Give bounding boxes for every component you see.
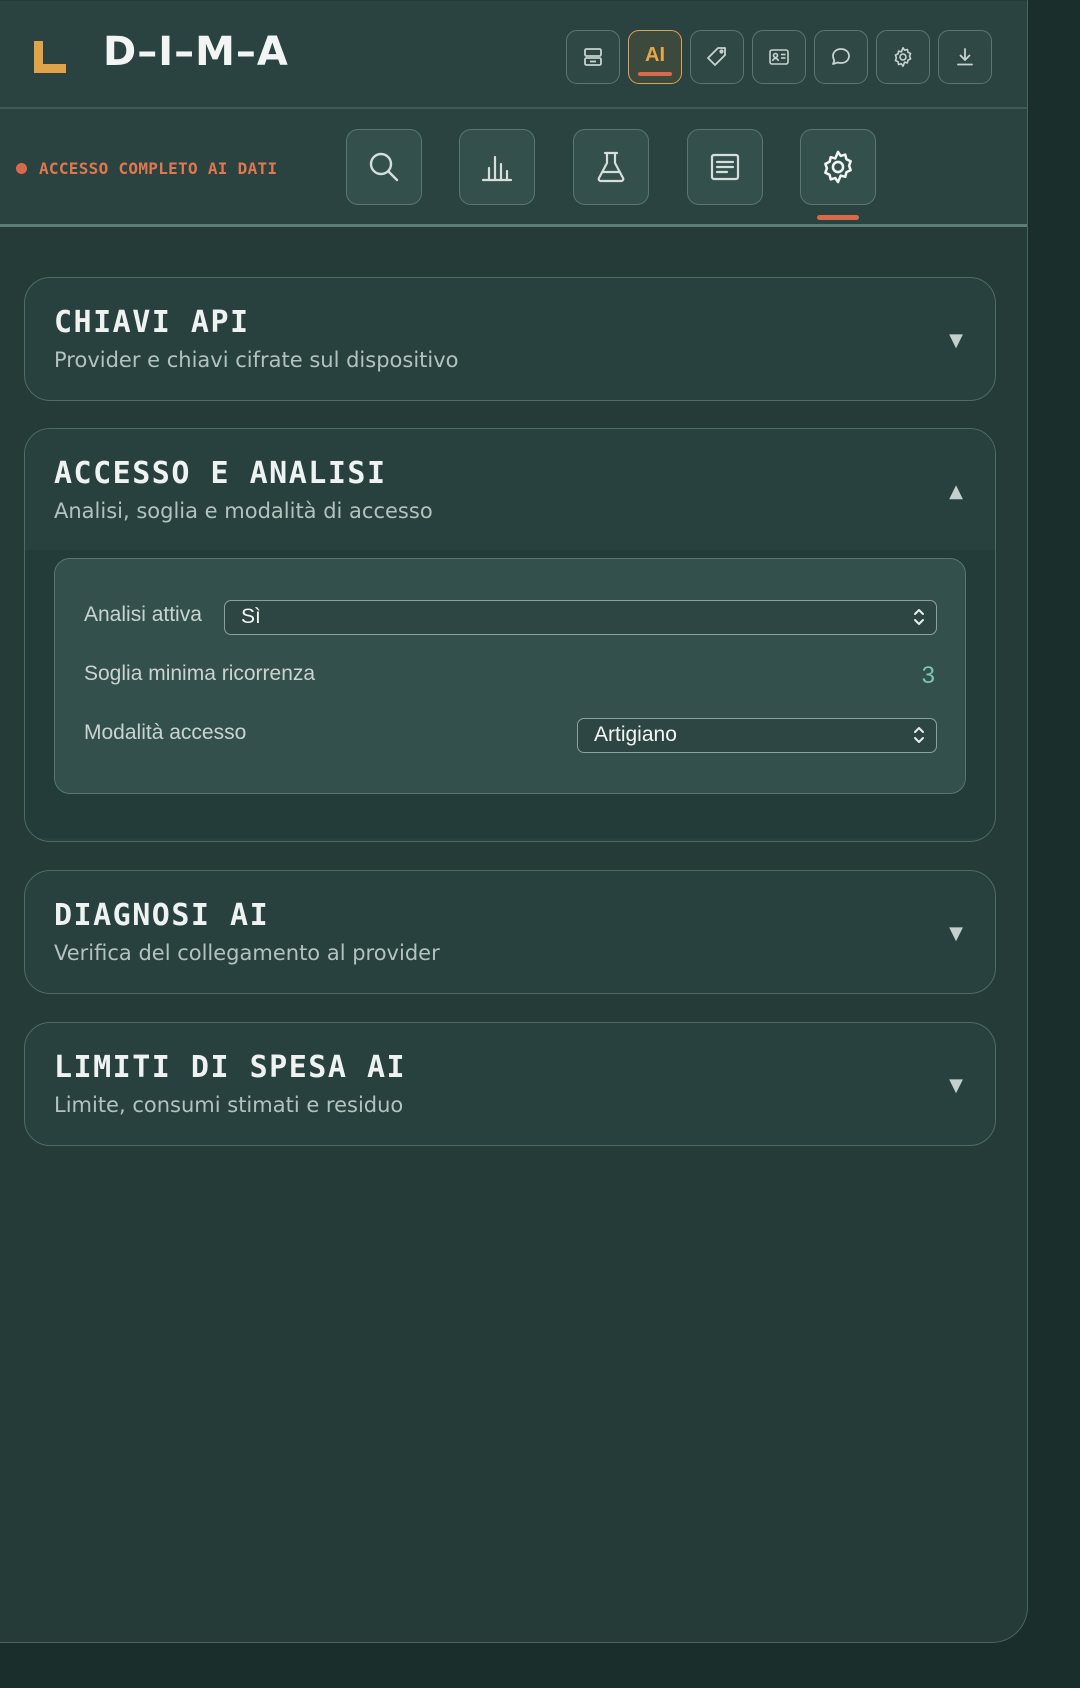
section-subtitle: Limite, consumi stimati e residuo [54, 1093, 404, 1117]
select-value: Artigiano [594, 723, 677, 746]
download-button[interactable] [938, 30, 992, 84]
threshold-label: Soglia minima ricorrenza [84, 662, 316, 685]
settings-panel: Analisi attiva Sì Soglia minima ricorren… [54, 558, 966, 794]
section-header[interactable]: ACCESSO E ANALISI Analisi, soglia e moda… [25, 429, 995, 550]
select-chevron-icon [914, 609, 924, 625]
chevron-up-icon: ▲ [949, 481, 963, 502]
section-subtitle: Provider e chiavi cifrate sul dispositiv… [54, 348, 459, 372]
nav-settings-button[interactable] [800, 129, 876, 205]
analysis-active-label: Analisi attiva [84, 603, 202, 626]
settings-icon [824, 150, 852, 184]
access-status: ACCESSO COMPLETO AI DATI [16, 159, 277, 178]
select-value: Sì [241, 605, 261, 628]
section-body: Analisi attiva Sì Soglia minima ricorren… [25, 550, 995, 838]
section-api-keys[interactable]: CHIAVI API Provider e chiavi cifrate sul… [24, 277, 996, 401]
ai-label: AI [645, 43, 665, 66]
bar-chart-icon [481, 155, 513, 182]
threshold-value[interactable]: 3 [922, 662, 935, 690]
chevron-down-icon: ▼ [949, 330, 963, 351]
select-chevron-icon [914, 727, 924, 743]
gear-button[interactable] [876, 30, 930, 84]
archive-icon [584, 48, 602, 66]
section-header[interactable]: CHIAVI API Provider e chiavi cifrate sul… [25, 278, 995, 399]
tag-button[interactable] [690, 30, 744, 84]
app-window: D–I–M–A AI ACCESSO COMPLETO AI DATI CHIA… [0, 0, 1028, 1643]
logo-icon [34, 41, 66, 73]
chevron-down-icon: ▼ [949, 1075, 963, 1096]
app-title: D–I–M–A [103, 29, 289, 75]
gear-icon [894, 47, 912, 67]
section-title: CHIAVI API [54, 305, 250, 340]
nav-search-button[interactable] [346, 129, 422, 205]
document-icon [710, 153, 740, 181]
ai-button[interactable]: AI [628, 30, 682, 84]
analysis-active-select[interactable]: Sì [224, 600, 937, 635]
section-subtitle: Analisi, soglia e modalità di accesso [54, 499, 433, 523]
status-dot [16, 163, 27, 174]
search-icon [369, 152, 399, 182]
chat-button[interactable] [814, 30, 868, 84]
top-bar: D–I–M–A AI [0, 1, 1027, 109]
nav-notes-button[interactable] [687, 129, 763, 205]
id-card-icon [769, 49, 789, 65]
access-mode-label: Modalità accesso [84, 721, 247, 744]
section-title: DIAGNOSI AI [54, 898, 270, 933]
flask-icon [597, 151, 625, 183]
section-header[interactable]: DIAGNOSI AI Verifica del collegamento al… [25, 871, 995, 992]
tag-icon [707, 47, 726, 66]
archive-button[interactable] [566, 30, 620, 84]
nav-stats-button[interactable] [459, 129, 535, 205]
section-header[interactable]: LIMITI DI SPESA AI Limite, consumi stima… [25, 1023, 995, 1144]
section-title: ACCESSO E ANALISI [54, 456, 387, 491]
active-indicator [638, 72, 672, 76]
section-ai-spending-limits[interactable]: LIMITI DI SPESA AI Limite, consumi stima… [24, 1022, 996, 1146]
section-access-analysis: ACCESSO E ANALISI Analisi, soglia e moda… [24, 428, 996, 842]
access-mode-select[interactable]: Artigiano [577, 718, 937, 753]
id-card-button[interactable] [752, 30, 806, 84]
section-title: LIMITI DI SPESA AI [54, 1050, 407, 1085]
download-icon [957, 48, 973, 66]
status-text: ACCESSO COMPLETO AI DATI [39, 159, 278, 178]
chevron-down-icon: ▼ [949, 923, 963, 944]
section-subtitle: Verifica del collegamento al provider [54, 941, 440, 965]
chat-icon [832, 48, 850, 65]
section-ai-diagnosis[interactable]: DIAGNOSI AI Verifica del collegamento al… [24, 870, 996, 994]
nav-bar: ACCESSO COMPLETO AI DATI [0, 109, 1027, 227]
nav-lab-button[interactable] [573, 129, 649, 205]
active-tab-indicator [817, 215, 859, 220]
